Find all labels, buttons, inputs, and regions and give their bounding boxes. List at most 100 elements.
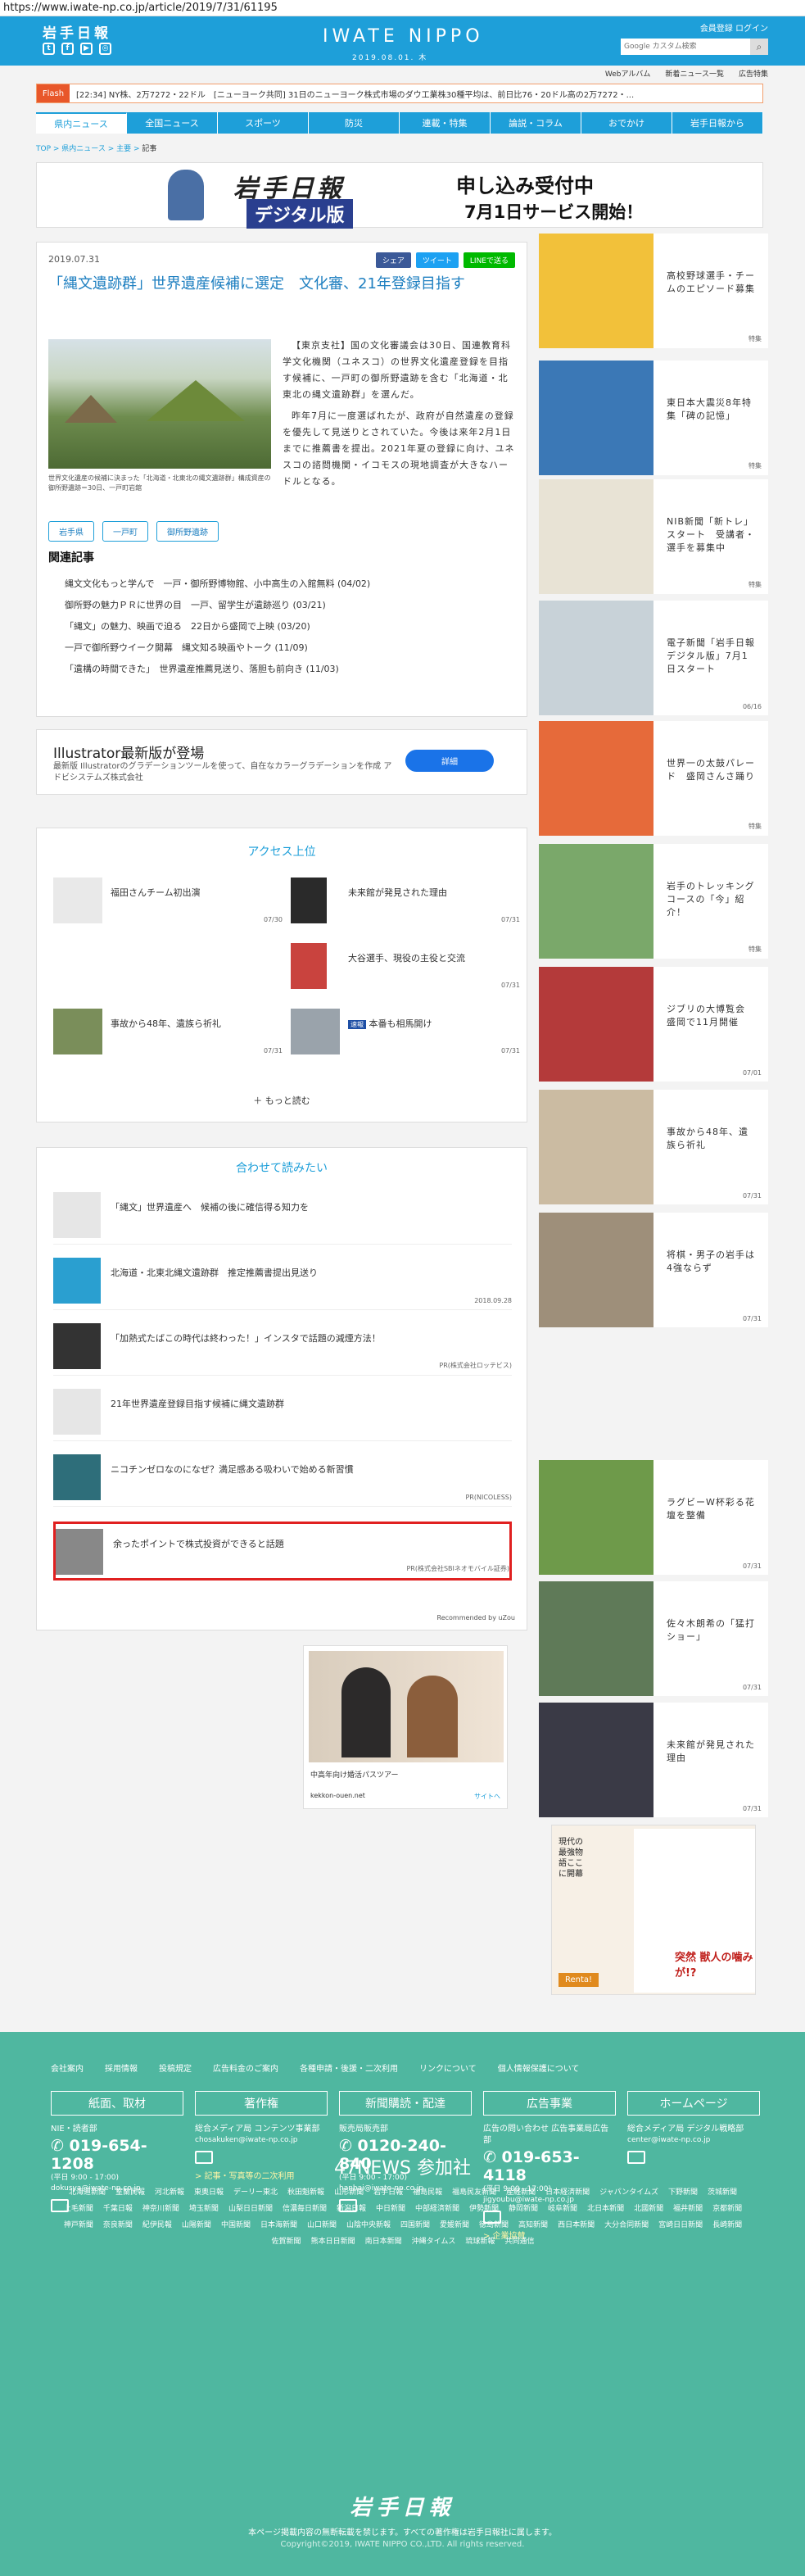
sidebar-thumb[interactable]: [539, 1213, 653, 1327]
paper-link[interactable]: 西日本新聞: [558, 2217, 595, 2234]
paper-link[interactable]: 山陰中央新報: [346, 2217, 391, 2234]
sidebar-card[interactable]: 未来館が発見された理由 07/31: [539, 1703, 768, 1817]
paper-link[interactable]: 下野新聞: [668, 2184, 698, 2201]
sidebar-thumb[interactable]: [539, 479, 653, 594]
related-link[interactable]: 縄文文化もっと学んで 一戸・御所野博物館、小中高生の入館無料 (04/02): [65, 574, 370, 595]
sidebar-thumb[interactable]: [539, 361, 653, 475]
footer-link[interactable]: 投稿規定: [159, 2061, 192, 2074]
illustrator-ad[interactable]: Illustrator最新版が登場 最新版 Illustratorのグラデーショ…: [36, 729, 527, 795]
paper-link[interactable]: デーリー東北: [233, 2184, 278, 2201]
ranking-item[interactable]: 福田さんチーム初出演 07/30: [53, 878, 283, 927]
paper-link[interactable]: 山口新聞: [307, 2217, 337, 2234]
ranking-title[interactable]: 未来館が発見された理由: [348, 886, 447, 899]
ranking-title[interactable]: 大谷選手、現役の主役と交流: [348, 951, 465, 964]
paper-link[interactable]: 中部経済新聞: [415, 2201, 459, 2217]
sidebar-thumb[interactable]: [539, 234, 653, 348]
member-links[interactable]: 会員登録 ログイン: [700, 21, 768, 34]
sidebar-card[interactable]: 事故から48年、遺族ら祈礼 07/31: [539, 1090, 768, 1204]
twitter-icon[interactable]: t: [43, 43, 55, 55]
recommended-by[interactable]: Recommended by uZou: [437, 1614, 515, 1621]
recommend-item-highlighted[interactable]: 余ったポイントで株式投資ができると話題 PR(株式会社SBIネオモバイル証券): [53, 1522, 512, 1581]
email-address[interactable]: chosakuken@iwate-np.co.jp: [195, 2135, 328, 2146]
related-link[interactable]: 御所野の魅力ＰＲに世界の目 一戸、留学生が遺跡巡り (03/21): [65, 595, 370, 616]
email-address[interactable]: center@iwate-np.co.jp: [627, 2135, 760, 2146]
sidebar-thumb[interactable]: [539, 601, 653, 715]
sidebar-title[interactable]: 東日本大震災8年特集「碑の記憶」: [667, 397, 757, 423]
paper-link[interactable]: 山梨日日新聞: [228, 2201, 273, 2217]
nav-national-news[interactable]: 全国ニュース: [127, 112, 218, 134]
marriage-ad[interactable]: 中高年向け婚活パスツアー kekkon-ouen.net サイトへ: [303, 1645, 508, 1809]
sidebar-title[interactable]: 世界一の太鼓パレード 盛岡さんさ踊り: [667, 757, 757, 783]
line-share-button[interactable]: LINEで送る: [463, 252, 515, 268]
ad-detail-button[interactable]: 詳細: [405, 750, 494, 772]
paper-link[interactable]: 共同通信: [504, 2234, 534, 2250]
sidebar-card[interactable]: 東日本大震災8年特集「碑の記憶」 特集: [539, 361, 768, 475]
paper-link[interactable]: 岩手日報: [373, 2184, 403, 2201]
recommend-item[interactable]: ニコチンゼロなのになぜ？満足感ある吸わいで始める新習慣 PR(NICOLESS): [53, 1449, 512, 1507]
footer-link[interactable]: リンクについて: [419, 2061, 477, 2074]
paper-link[interactable]: 北日本新聞: [587, 2201, 624, 2217]
footer-column-head[interactable]: 新聞購読・配達: [339, 2091, 472, 2116]
paper-link[interactable]: 大分合同新聞: [604, 2217, 649, 2234]
recommend-item[interactable]: 「縄文」世界遺産へ 候補の後に確信得る知力を: [53, 1187, 512, 1245]
breadcrumb-sub[interactable]: 主要: [116, 145, 131, 153]
ad-caption[interactable]: 中高年向け婚活パスツアー: [310, 1769, 398, 1780]
sidebar-title[interactable]: 事故から48年、遺族ら祈礼: [667, 1126, 757, 1152]
sidebar-card[interactable]: 世界一の太鼓パレード 盛岡さんさ踊り 特集: [539, 721, 768, 836]
facebook-icon[interactable]: f: [61, 43, 74, 55]
brand-wordmark[interactable]: IWATE NIPPO: [323, 26, 484, 47]
footer-link[interactable]: 採用情報: [105, 2061, 138, 2074]
paper-link[interactable]: 産経新聞: [506, 2184, 536, 2201]
paper-link[interactable]: 福井新聞: [673, 2201, 703, 2217]
paper-link[interactable]: 北海道新聞: [69, 2184, 106, 2201]
footer-link[interactable]: 広告料金のご案内: [213, 2061, 278, 2074]
paper-link[interactable]: 中日新聞: [376, 2201, 405, 2217]
paper-link[interactable]: 千葉日報: [103, 2201, 133, 2217]
ranking-item[interactable]: 大谷選手、現役の主役と交流 07/31: [291, 943, 520, 992]
ranking-title[interactable]: 福田さんチーム初出演: [111, 886, 201, 899]
paper-link[interactable]: 山陽新聞: [182, 2217, 211, 2234]
paper-link[interactable]: 京都新聞: [712, 2201, 742, 2217]
paper-link[interactable]: 福島民報: [413, 2184, 442, 2201]
paper-link[interactable]: 徳島新聞: [479, 2217, 509, 2234]
paper-link[interactable]: 南日本新聞: [365, 2234, 402, 2250]
nav-column[interactable]: 論説・コラム: [491, 112, 581, 134]
recommend-title[interactable]: 北海道・北東北縄文遺跡群 推定推薦書提出見送り: [111, 1266, 318, 1279]
subnav-newest[interactable]: 新着ニュース一覧: [665, 68, 724, 79]
sidebar-card[interactable]: 高校野球選手・チームのエピソード募集 特集: [539, 234, 768, 348]
ranking-item[interactable]: 速報 本番も相馬開け 07/31: [291, 1009, 520, 1058]
sidebar-card[interactable]: 電子新聞「岩手日報デジタル版」7月1日スタート 06/16: [539, 601, 768, 715]
sidebar-thumb[interactable]: [539, 721, 653, 836]
recommend-title[interactable]: 21年世界遺産登録目指す候補に縄文遺跡群: [111, 1397, 284, 1410]
ranking-title[interactable]: 速報 本番も相馬開け: [348, 1017, 432, 1030]
paper-link[interactable]: 長崎新聞: [712, 2217, 742, 2234]
nav-disaster[interactable]: 防災: [309, 112, 400, 134]
search-input[interactable]: [621, 39, 750, 55]
more-button[interactable]: ＋ もっと読む: [37, 1094, 527, 1107]
sidebar-thumb[interactable]: [539, 1460, 653, 1575]
sidebar-title[interactable]: ラグビーW杯彩る花壇を整備: [667, 1496, 757, 1522]
flash-news-bar[interactable]: Flash [22:34] NY株、2万7272・22ドル [ニューヨーク共同]…: [36, 84, 763, 103]
ranking-item[interactable]: 未来館が発見された理由 07/31: [291, 878, 520, 927]
subnav-ad[interactable]: 広告特集: [739, 68, 768, 79]
recommend-title[interactable]: 「縄文」世界遺産へ 候補の後に確信得る知力を: [111, 1200, 309, 1213]
tag-goshono[interactable]: 御所野遺跡: [156, 521, 219, 542]
recommend-title[interactable]: 余ったポイントで株式投資ができると話題: [113, 1537, 284, 1550]
recommend-title[interactable]: 「加熱式たばこの時代は終わった！」インスタで話題の減煙方法！: [111, 1331, 381, 1345]
paper-link[interactable]: 紀伊民報: [142, 2217, 172, 2234]
sidebar-thumb[interactable]: [539, 844, 653, 959]
paper-link[interactable]: 高知新聞: [518, 2217, 548, 2234]
paper-link[interactable]: 日本海新聞: [260, 2217, 297, 2234]
sidebar-title[interactable]: 岩手のトレッキングコースの「今」紹介！: [667, 880, 757, 919]
nav-outing[interactable]: おでかけ: [581, 112, 672, 134]
digital-edition-banner[interactable]: 岩手日報 デジタル版 申し込み受付中 7月1日サービス開始！: [36, 162, 763, 229]
paper-link[interactable]: 愛媛新聞: [440, 2217, 469, 2234]
url-bar[interactable]: https://www.iwate-np.co.jp/article/2019/…: [0, 0, 805, 16]
sidebar-card[interactable]: ラグビーW杯彩る花壇を整備 07/31: [539, 1460, 768, 1575]
footer-column-head[interactable]: ホームページ: [627, 2091, 760, 2116]
paper-link[interactable]: 新潟日報: [337, 2201, 366, 2217]
paper-link[interactable]: 上毛新聞: [64, 2201, 93, 2217]
search-button[interactable]: ⌕: [750, 39, 768, 55]
paper-link[interactable]: 岐阜新聞: [548, 2201, 577, 2217]
sidebar-thumb[interactable]: [539, 1703, 653, 1817]
